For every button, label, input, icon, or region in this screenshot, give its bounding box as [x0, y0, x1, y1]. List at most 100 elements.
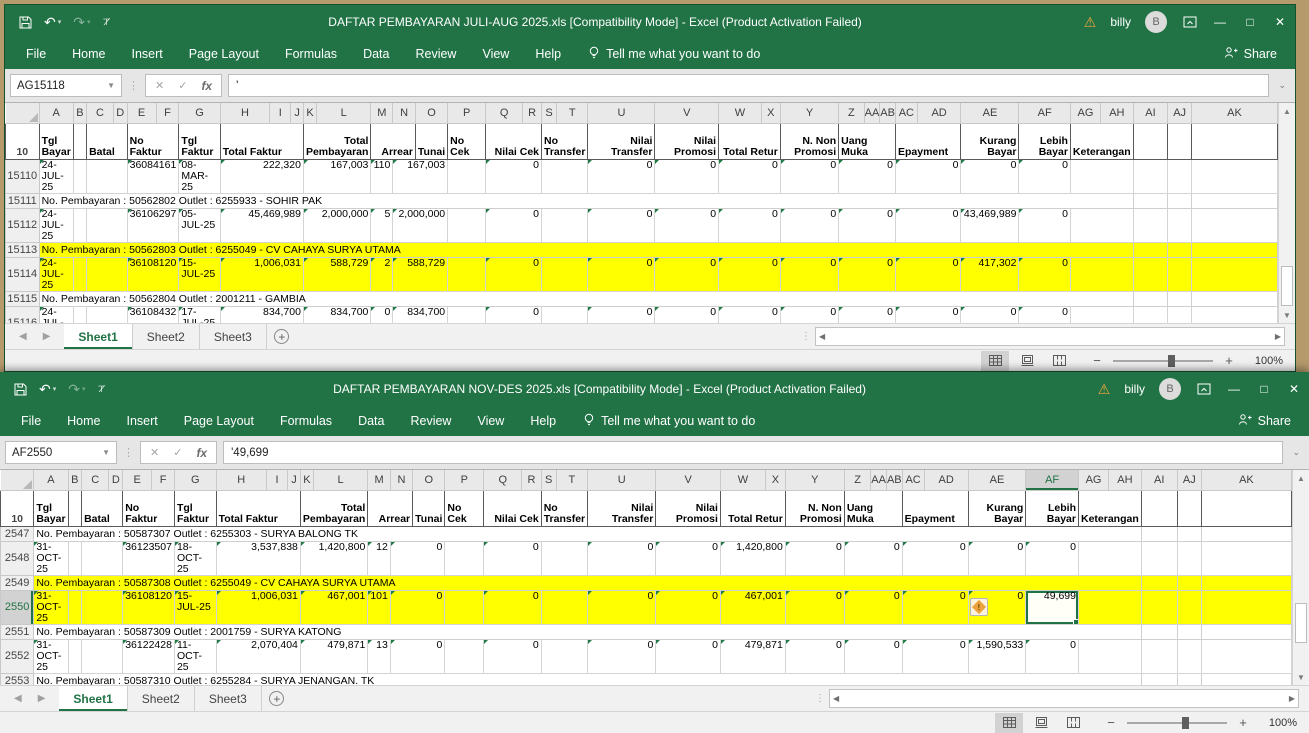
- cell-arrear[interactable]: 2: [371, 257, 393, 291]
- column-header-P[interactable]: P: [448, 103, 486, 123]
- empty-cell[interactable]: [1177, 526, 1201, 541]
- cell-total_retur[interactable]: 0: [719, 208, 781, 242]
- cell-arrear[interactable]: 0: [371, 306, 393, 323]
- header-cell[interactable]: [68, 490, 82, 526]
- cell-nilai_transfer[interactable]: 0: [588, 159, 655, 193]
- header-cell[interactable]: Tgl Faktur: [179, 123, 220, 159]
- header-cell[interactable]: [1177, 490, 1201, 526]
- column-header-AJ[interactable]: AJ: [1168, 103, 1192, 123]
- cell-total_retur[interactable]: 0: [719, 159, 781, 193]
- header-cell[interactable]: [1141, 490, 1177, 526]
- select-all-corner[interactable]: [6, 103, 40, 123]
- cell-tunai[interactable]: 2,000,000: [393, 208, 448, 242]
- empty-cell[interactable]: [1141, 673, 1177, 685]
- payment-info-cell[interactable]: No. Pembayaran : 50587307 Outlet : 62553…: [34, 526, 1141, 541]
- cell-total_retur[interactable]: 0: [719, 306, 781, 323]
- header-cell[interactable]: N. Non Promosi: [780, 123, 838, 159]
- column-header-AA[interactable]: AA: [871, 470, 887, 490]
- column-header-M[interactable]: M: [368, 470, 391, 490]
- tab-home[interactable]: Home: [59, 40, 118, 68]
- share-button[interactable]: Share: [1238, 413, 1309, 429]
- cell-faktur[interactable]: 36084161: [127, 159, 179, 193]
- cell-kurang_bayar[interactable]: 0: [961, 159, 1019, 193]
- cell-empty[interactable]: [1177, 639, 1201, 673]
- cell-no_cek[interactable]: [445, 541, 484, 575]
- cell-faktur[interactable]: 36106297: [127, 208, 179, 242]
- column-header-P[interactable]: P: [445, 470, 484, 490]
- cell-total_faktur[interactable]: 1,006,031: [220, 257, 303, 291]
- cell-n_non_promosi[interactable]: 0: [785, 541, 844, 575]
- cell-keterangan[interactable]: [1078, 639, 1141, 673]
- new-sheet-button[interactable]: +: [262, 686, 292, 711]
- header-cell[interactable]: No Cek: [448, 123, 486, 159]
- cell-keterangan[interactable]: [1070, 159, 1133, 193]
- name-box[interactable]: AG15118▼: [10, 74, 122, 97]
- empty-cell[interactable]: [1191, 291, 1277, 306]
- confirm-entry-icon[interactable]: ✓: [178, 79, 187, 92]
- cell-arrear[interactable]: 110: [371, 159, 393, 193]
- row-header[interactable]: 2550: [1, 590, 34, 624]
- tab-data[interactable]: Data: [350, 40, 402, 68]
- column-header-Y[interactable]: Y: [785, 470, 844, 490]
- row-header[interactable]: 10: [1, 490, 34, 526]
- cell-date[interactable]: 31-OCT-25: [34, 541, 68, 575]
- close-button[interactable]: ✕: [1279, 372, 1309, 406]
- cell-tgl_faktur[interactable]: 05-JUL-25: [179, 208, 220, 242]
- column-header-H[interactable]: H: [216, 470, 266, 490]
- column-header-C[interactable]: C: [87, 103, 114, 123]
- prev-sheet-icon[interactable]: ◀: [14, 693, 22, 704]
- header-cell[interactable]: [1201, 490, 1291, 526]
- cell-faktur[interactable]: 36122428: [123, 639, 175, 673]
- column-header-AF[interactable]: AF: [1019, 103, 1071, 123]
- cell-epayment[interactable]: 0: [895, 306, 961, 323]
- header-cell[interactable]: Nilai Cek: [486, 123, 542, 159]
- cell-kurang_bayar[interactable]: 0: [961, 306, 1019, 323]
- cell-empty[interactable]: [1141, 639, 1177, 673]
- cell-arrear[interactable]: 13: [368, 639, 391, 673]
- empty-cell[interactable]: [1168, 242, 1192, 257]
- name-box[interactable]: AF2550▼: [5, 441, 117, 464]
- column-header-N[interactable]: N: [393, 103, 416, 123]
- header-cell[interactable]: Arrear: [368, 490, 413, 526]
- column-header-AH[interactable]: AH: [1109, 470, 1142, 490]
- header-cell[interactable]: [1191, 123, 1277, 159]
- header-cell[interactable]: Batal: [82, 490, 123, 526]
- cell-arrear[interactable]: 12: [368, 541, 391, 575]
- cell-tunai[interactable]: 167,003: [393, 159, 448, 193]
- next-sheet-icon[interactable]: ▶: [38, 693, 46, 704]
- cell-empty[interactable]: [1177, 590, 1201, 624]
- cell-empty[interactable]: [1133, 257, 1168, 291]
- column-header-X[interactable]: X: [761, 103, 780, 123]
- cell-nilai_transfer[interactable]: 0: [588, 257, 655, 291]
- new-sheet-button[interactable]: +: [267, 324, 297, 349]
- column-header-L[interactable]: L: [317, 103, 371, 123]
- column-header-D[interactable]: D: [109, 470, 123, 490]
- header-cell[interactable]: Batal: [87, 123, 128, 159]
- cell-epayment[interactable]: 0: [895, 159, 961, 193]
- header-cell[interactable]: Nilai Promosi: [655, 123, 719, 159]
- row-header[interactable]: 15111: [6, 193, 40, 208]
- cell-keterangan[interactable]: [1070, 306, 1133, 323]
- confirm-entry-icon[interactable]: ✓: [173, 446, 182, 459]
- cell-no_transfer[interactable]: [541, 639, 587, 673]
- empty-cell[interactable]: [1177, 673, 1201, 685]
- header-cell[interactable]: Epayment: [902, 490, 968, 526]
- cell-empty[interactable]: [1133, 159, 1168, 193]
- cell-uang_muka[interactable]: 0: [844, 541, 902, 575]
- cell-lebih_bayar[interactable]: 0: [1026, 541, 1079, 575]
- cell-empty[interactable]: [1191, 257, 1277, 291]
- header-cell[interactable]: Kurang Bayar: [968, 490, 1026, 526]
- cell-empty[interactable]: [1168, 159, 1192, 193]
- payment-info-cell[interactable]: No. Pembayaran : 50562802 Outlet : 62559…: [39, 193, 1133, 208]
- cell-uang_muka[interactable]: 0: [839, 159, 896, 193]
- cell-no_cek[interactable]: [448, 257, 486, 291]
- empty-cell[interactable]: [1201, 673, 1291, 685]
- header-cell[interactable]: No Cek: [445, 490, 484, 526]
- cell-nilai_transfer[interactable]: 0: [588, 639, 656, 673]
- row-header[interactable]: 2552: [1, 639, 34, 673]
- cell-empty[interactable]: [1191, 306, 1277, 323]
- header-cell[interactable]: Total Faktur: [216, 490, 300, 526]
- share-button[interactable]: Share: [1224, 46, 1295, 62]
- column-header-A[interactable]: A: [39, 103, 73, 123]
- header-cell[interactable]: Uang Muka: [839, 123, 896, 159]
